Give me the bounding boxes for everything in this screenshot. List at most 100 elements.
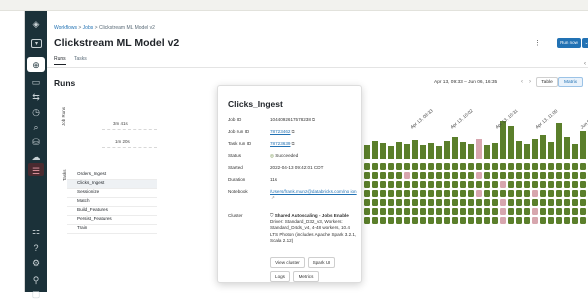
run-duration-bar[interactable] — [412, 140, 418, 159]
task-run-cell[interactable] — [364, 217, 370, 224]
task-row-label[interactable]: Build_Features — [77, 206, 157, 214]
task-run-cell[interactable] — [420, 190, 426, 197]
task-run-cell[interactable] — [380, 199, 386, 206]
settings-icon[interactable]: ⚙ — [31, 258, 41, 268]
task-run-cell[interactable] — [388, 181, 394, 188]
task-run-cell[interactable] — [444, 163, 450, 170]
task-run-cell[interactable] — [564, 163, 570, 170]
task-run-cell[interactable] — [524, 163, 530, 170]
task-run-cell[interactable] — [540, 181, 546, 188]
task-run-cell[interactable] — [468, 208, 474, 215]
task-run-cell[interactable] — [476, 199, 482, 206]
task-run-cell[interactable] — [436, 190, 442, 197]
task-run-cell[interactable] — [444, 208, 450, 215]
task-run-cell[interactable] — [548, 217, 554, 224]
task-run-cell[interactable] — [484, 199, 490, 206]
task-run-cell[interactable] — [404, 163, 410, 170]
task-run-cell[interactable] — [404, 208, 410, 215]
task-run-cell[interactable] — [572, 208, 578, 215]
task-run-cell[interactable] — [548, 199, 554, 206]
task-run-cell[interactable] — [428, 172, 434, 179]
task-run-cell[interactable] — [564, 217, 570, 224]
run-duration-bar[interactable] — [484, 145, 490, 159]
task-run-cell[interactable] — [564, 190, 570, 197]
task-run-cell[interactable] — [492, 190, 498, 197]
copy-icon[interactable]: ⧉ — [291, 141, 294, 147]
task-run-cell[interactable] — [460, 190, 466, 197]
task-run-cell[interactable] — [412, 172, 418, 179]
task-run-cell[interactable] — [476, 181, 482, 188]
task-row-label[interactable]: Train — [77, 224, 157, 232]
task-run-cell[interactable] — [556, 199, 562, 206]
task-run-cell[interactable] — [364, 190, 370, 197]
task-run-cell[interactable] — [548, 163, 554, 170]
task-run-cell[interactable] — [572, 190, 578, 197]
task-run-cell[interactable] — [548, 208, 554, 215]
task-run-cell[interactable] — [436, 172, 442, 179]
task-run-cell[interactable] — [388, 217, 394, 224]
task-run-cell[interactable] — [460, 217, 466, 224]
task-run-cell[interactable] — [516, 190, 522, 197]
task-run-cell[interactable] — [436, 208, 442, 215]
task-run-cell[interactable] — [500, 199, 506, 206]
task-run-cell[interactable] — [372, 217, 378, 224]
task-run-cell[interactable] — [380, 208, 386, 215]
task-run-cell[interactable] — [500, 181, 506, 188]
run-duration-bar[interactable] — [388, 146, 394, 159]
metrics-button[interactable]: Metrics — [293, 271, 319, 282]
task-run-cell[interactable] — [580, 208, 586, 215]
task-run-cell[interactable] — [580, 181, 586, 188]
task-run-cell[interactable] — [460, 172, 466, 179]
task-run-cell[interactable] — [364, 208, 370, 215]
new-icon[interactable]: ⊕ — [31, 60, 41, 70]
tab-runs[interactable]: Runs — [54, 56, 66, 65]
task-run-cell[interactable] — [516, 217, 522, 224]
task-run-cell[interactable] — [372, 190, 378, 197]
task-run-cell[interactable] — [452, 208, 458, 215]
task-run-cell[interactable] — [500, 217, 506, 224]
task-run-cell[interactable] — [500, 190, 506, 197]
task-run-cell[interactable] — [452, 190, 458, 197]
task-run-cell[interactable] — [452, 172, 458, 179]
run-duration-bar[interactable] — [564, 137, 570, 159]
task-run-cell[interactable] — [436, 199, 442, 206]
run-duration-bar[interactable] — [476, 139, 482, 159]
task-run-cell[interactable] — [564, 181, 570, 188]
task-run-cell[interactable] — [412, 181, 418, 188]
task-run-cell[interactable] — [484, 163, 490, 170]
task-run-cell[interactable] — [396, 181, 402, 188]
task-run-cell[interactable] — [580, 163, 586, 170]
repos-icon[interactable]: ⇆ — [31, 92, 41, 102]
task-run-cell[interactable] — [548, 172, 554, 179]
task-run-cell[interactable] — [556, 163, 562, 170]
task-run-cell[interactable] — [436, 217, 442, 224]
task-run-cell[interactable] — [556, 181, 562, 188]
run-duration-bar[interactable] — [452, 137, 458, 159]
task-run-cell[interactable] — [548, 181, 554, 188]
task-run-cell[interactable] — [508, 199, 514, 206]
run-duration-bar[interactable] — [532, 139, 538, 159]
task-run-cell[interactable] — [380, 190, 386, 197]
task-run-cell[interactable] — [388, 199, 394, 206]
run-duration-bar[interactable] — [428, 143, 434, 159]
task-run-cell[interactable] — [492, 199, 498, 206]
task-run-cell[interactable] — [524, 217, 530, 224]
task-run-cell[interactable] — [532, 163, 538, 170]
task-run-cell[interactable] — [428, 208, 434, 215]
task-run-cell[interactable] — [580, 172, 586, 179]
task-run-cell[interactable] — [484, 217, 490, 224]
task-run-cell[interactable] — [532, 208, 538, 215]
task-run-cell[interactable] — [428, 199, 434, 206]
task-run-cell[interactable] — [380, 172, 386, 179]
task-run-cell[interactable] — [516, 181, 522, 188]
task-run-cell[interactable] — [388, 163, 394, 170]
tab-tasks[interactable]: Tasks — [74, 56, 87, 62]
task-run-cell[interactable] — [572, 181, 578, 188]
task-run-cell[interactable] — [436, 181, 442, 188]
task-run-cell[interactable] — [492, 208, 498, 215]
task-run-cell[interactable] — [484, 181, 490, 188]
task-run-cell[interactable] — [460, 181, 466, 188]
task-run-cell[interactable] — [580, 217, 586, 224]
run-duration-bar[interactable] — [364, 145, 370, 159]
task-run-cell[interactable] — [396, 217, 402, 224]
